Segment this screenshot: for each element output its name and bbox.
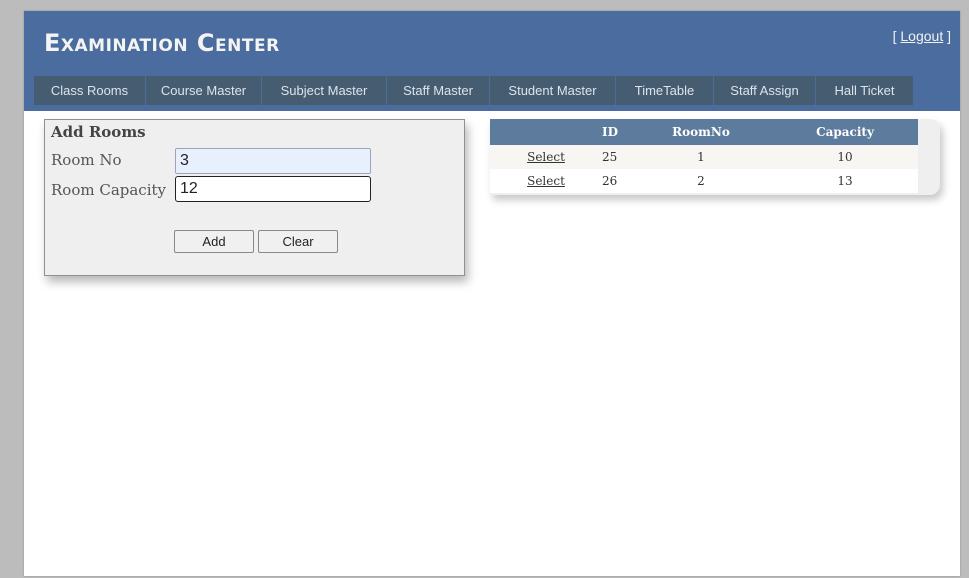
add-button[interactable]: Add [174, 230, 254, 253]
grid-cell-action: Select [490, 145, 602, 169]
grid-cell-capacity: 13 [772, 169, 918, 193]
menu-item-course-master[interactable]: Course Master [146, 76, 262, 105]
panel-title: Add Rooms [51, 123, 146, 141]
table-row: Select 25 1 10 [490, 145, 918, 169]
menu-item-hall-ticket[interactable]: Hall Ticket [816, 76, 914, 105]
grid-header-capacity: Capacity [772, 119, 918, 145]
grid-header-row: ID RoomNo Capacity [490, 119, 918, 145]
rooms-grid: ID RoomNo Capacity Select 25 1 10 Select… [490, 119, 918, 193]
logout-link[interactable]: Logout [900, 28, 943, 44]
logout-area: [ Logout ] [892, 28, 951, 44]
menu-item-staff-master[interactable]: Staff Master [387, 76, 490, 105]
grid-cell-id: 25 [602, 145, 630, 169]
menu-item-subject-master[interactable]: Subject Master [262, 76, 387, 105]
select-link[interactable]: Select [527, 174, 565, 188]
grid-header-roomno: RoomNo [630, 119, 772, 145]
menubar: Class Rooms Course Master Subject Master… [24, 70, 960, 111]
grid-header-action [490, 119, 602, 145]
grid-cell-capacity: 10 [772, 145, 918, 169]
header: Examination Center [ Logout ] [24, 11, 960, 70]
menu-item-timetable[interactable]: TimeTable [616, 76, 714, 105]
grid-cell-action: Select [490, 169, 602, 193]
menu-item-staff-assign[interactable]: Staff Assign [714, 76, 816, 105]
add-rooms-panel: Add Rooms Room No Room Capacity Add Clea… [44, 119, 465, 276]
room-capacity-input[interactable] [175, 176, 371, 202]
table-row: Select 26 2 13 [490, 169, 918, 193]
select-link[interactable]: Select [527, 150, 565, 164]
main-menu: Class Rooms Course Master Subject Master… [34, 76, 914, 105]
rooms-grid-container: ID RoomNo Capacity Select 25 1 10 Select… [490, 119, 940, 195]
room-no-input[interactable] [175, 148, 371, 174]
menu-item-student-master[interactable]: Student Master [490, 76, 616, 105]
grid-header-id: ID [602, 119, 630, 145]
app-title: Examination Center [44, 29, 280, 57]
grid-cell-roomno: 2 [630, 169, 772, 193]
room-no-label: Room No [51, 151, 122, 169]
grid-cell-roomno: 1 [630, 145, 772, 169]
menu-item-class-rooms[interactable]: Class Rooms [34, 76, 146, 105]
page: Examination Center [ Logout ] Class Room… [24, 11, 960, 576]
grid-cell-id: 26 [602, 169, 630, 193]
room-capacity-label: Room Capacity [51, 181, 167, 199]
clear-button[interactable]: Clear [258, 230, 338, 253]
